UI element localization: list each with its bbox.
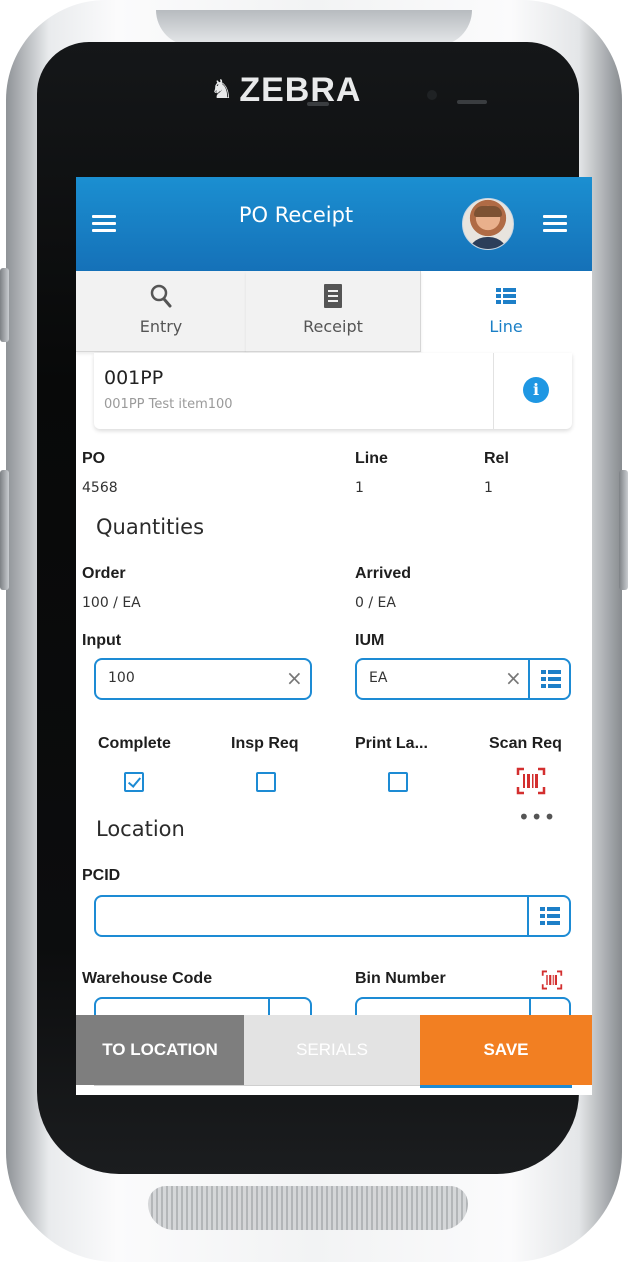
tab-entry[interactable]: Entry	[76, 271, 247, 352]
device-side-button-right	[619, 470, 628, 590]
item-code: 001PP	[104, 367, 164, 389]
brand-name: ZEBRA	[239, 70, 362, 109]
save-button[interactable]: SAVE	[420, 1015, 592, 1085]
hamburger-menu-icon[interactable]	[92, 215, 116, 233]
options-menu-icon[interactable]	[543, 215, 567, 233]
arrived-label: Arrived	[355, 565, 412, 582]
card-divider	[493, 353, 494, 429]
bin-number-label: Bin Number	[355, 970, 446, 987]
tab-line[interactable]: Line	[420, 271, 592, 351]
tab-entry-label: Entry	[139, 317, 183, 336]
bottom-strip-accent	[420, 1085, 572, 1088]
list-icon[interactable]	[541, 670, 561, 688]
camera	[427, 90, 437, 100]
receipt-icon	[324, 284, 342, 308]
barcode-scan-icon[interactable]	[541, 970, 563, 990]
order-value: 100 / EA	[82, 595, 141, 611]
device-speaker-grille	[148, 1186, 468, 1230]
scan-req-label: Scan Req	[489, 735, 562, 752]
line-value: 1	[355, 480, 364, 496]
po-value: 4568	[82, 480, 118, 496]
device-top-cap	[156, 10, 472, 46]
line-label: Line	[355, 450, 388, 467]
insp-req-checkbox[interactable]	[256, 772, 276, 792]
clear-icon[interactable]: ×	[286, 668, 303, 688]
order-label: Order	[82, 565, 126, 582]
quantities-heading: Quantities	[96, 515, 205, 539]
warehouse-code-label: Warehouse Code	[82, 970, 213, 987]
list-icon	[496, 288, 516, 304]
info-icon[interactable]: i	[523, 377, 549, 403]
pcid-field[interactable]	[94, 895, 571, 937]
insp-req-label: Insp Req	[231, 735, 299, 752]
arrived-value: 0 / EA	[355, 595, 396, 611]
list-icon[interactable]	[540, 907, 560, 925]
zebra-logo: ♞ ZEBRA	[210, 62, 410, 118]
field-divider	[527, 897, 529, 935]
ium-value[interactable]: EA	[369, 670, 387, 686]
tab-receipt[interactable]: Receipt	[246, 271, 421, 352]
app-screen: PO Receipt Entry Receipt Line 001PP 001P…	[76, 177, 592, 1095]
input-quantity-field[interactable]: 100 ×	[94, 658, 312, 700]
complete-checkbox[interactable]	[124, 772, 144, 792]
input-label: Input	[82, 632, 122, 649]
item-card: 001PP 001PP Test item100 i	[94, 353, 572, 429]
tab-receipt-label: Receipt	[303, 317, 363, 336]
po-label: PO	[82, 450, 106, 467]
ium-label: IUM	[355, 632, 385, 649]
zebra-head-icon: ♞	[210, 75, 234, 105]
page-title: PO Receipt	[238, 203, 354, 227]
more-icon[interactable]: •••	[518, 805, 556, 829]
rel-value: 1	[484, 480, 493, 496]
search-icon	[150, 284, 172, 308]
pcid-label: PCID	[82, 867, 121, 884]
tab-bar: Entry Receipt Line	[76, 271, 592, 352]
user-avatar[interactable]	[462, 198, 514, 250]
field-divider	[528, 660, 530, 698]
barcode-scan-icon[interactable]	[516, 767, 546, 795]
device-volume-button	[0, 470, 9, 590]
tab-line-label: Line	[489, 317, 523, 336]
app-header: PO Receipt	[76, 177, 592, 271]
print-label: Print La...	[355, 735, 428, 752]
to-location-button[interactable]: TO LOCATION	[76, 1015, 244, 1085]
input-quantity-value[interactable]: 100	[108, 670, 135, 686]
rel-label: Rel	[484, 450, 509, 467]
print-label-checkbox[interactable]	[388, 772, 408, 792]
item-description: 001PP Test item100	[104, 397, 233, 412]
clear-icon[interactable]: ×	[505, 668, 522, 688]
serials-button[interactable]: SERIALS	[244, 1015, 420, 1085]
location-heading: Location	[96, 817, 185, 841]
ium-field[interactable]: EA ×	[355, 658, 571, 700]
complete-label: Complete	[98, 735, 171, 752]
device-side-button	[0, 268, 9, 342]
action-bar: TO LOCATION SERIALS SAVE	[76, 1015, 592, 1085]
earpiece	[457, 100, 487, 104]
